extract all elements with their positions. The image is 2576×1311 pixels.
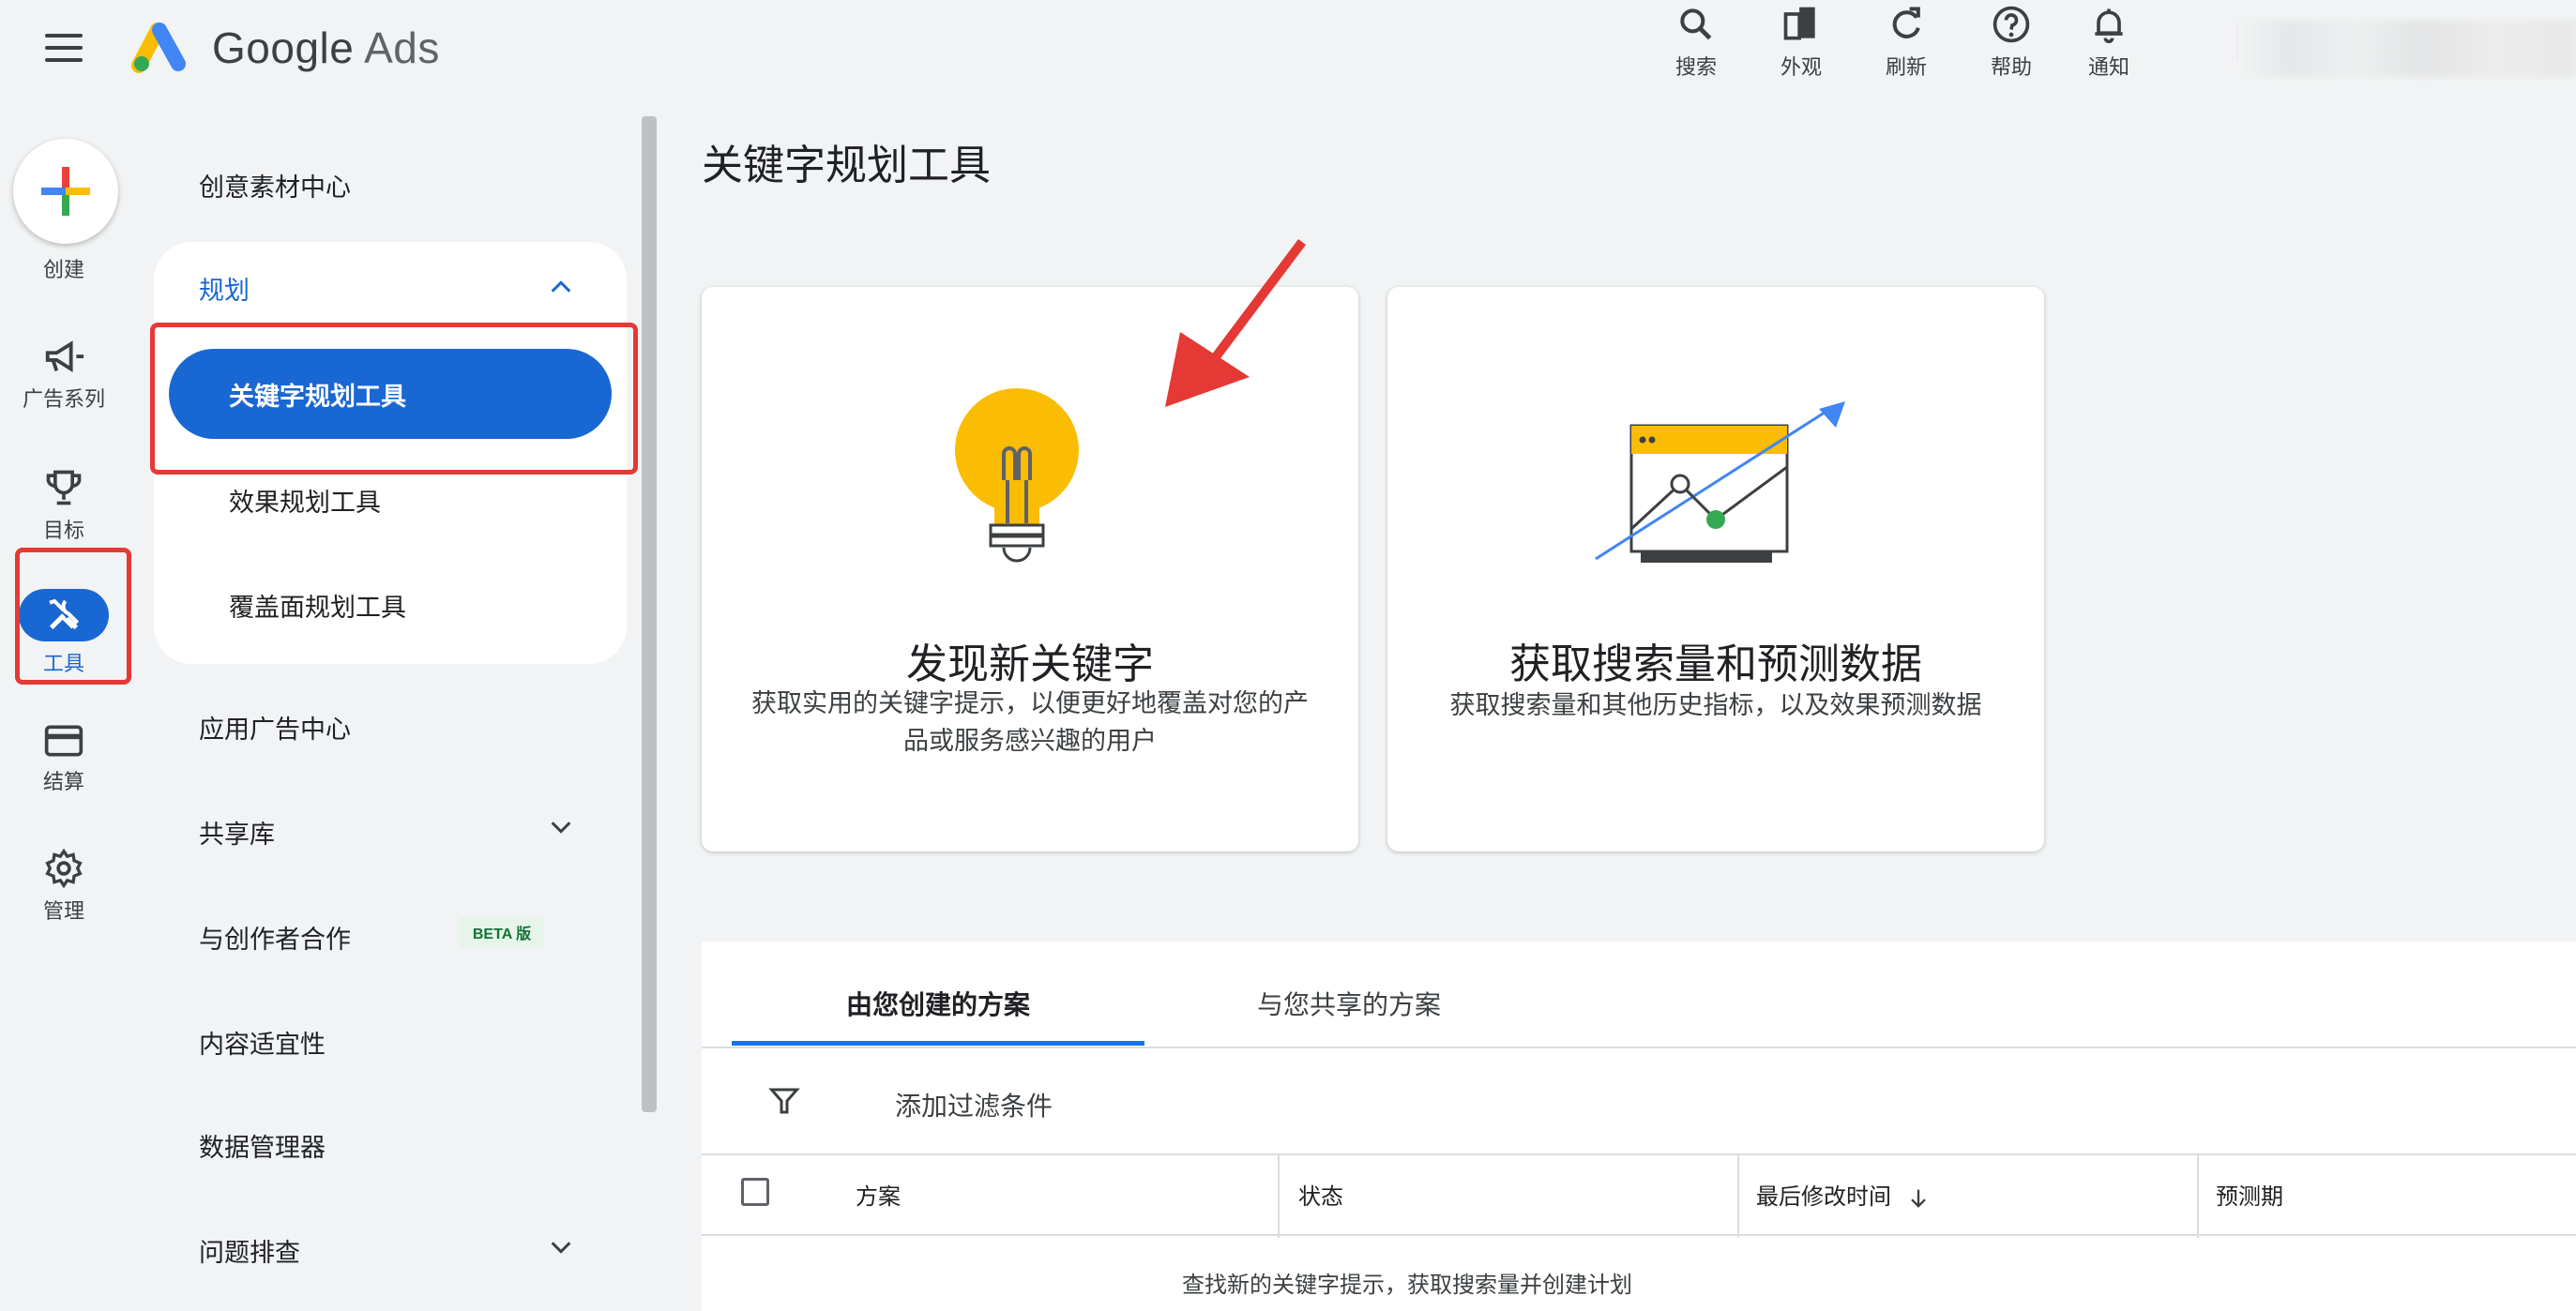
tab-created-by-you[interactable]: 由您创建的方案: [846, 985, 1030, 1022]
column-header-plan[interactable]: 方案: [856, 1178, 901, 1211]
plus-icon: [41, 167, 90, 216]
add-filter-button[interactable]: 添加过滤条件: [895, 1086, 1053, 1123]
plans-panel: 由您创建的方案 与您共享的方案 添加过滤条件 方案 状态 最后修改时间 预测期 …: [702, 942, 2576, 1311]
rail-item-campaigns[interactable]: 广告系列: [0, 339, 128, 413]
nav-scrollbar[interactable]: [642, 116, 657, 1112]
chevron-up-icon[interactable]: [548, 274, 574, 300]
appearance-button[interactable]: 外观: [1759, 0, 1843, 94]
nav-group-planning-title[interactable]: 规划: [199, 270, 250, 307]
red-arrow-annotation: [1165, 239, 1306, 407]
rail-create-label: 创建: [42, 258, 84, 281]
trophy-icon: [46, 470, 82, 505]
help-icon: [1993, 6, 2030, 43]
discover-card-title: 发现新关键字: [906, 641, 1154, 687]
nav-item-app-center[interactable]: 应用广告中心: [199, 709, 351, 746]
account-info-blurred[interactable]: [2236, 21, 2576, 77]
appearance-icon: [1783, 7, 1815, 40]
search-button[interactable]: 搜索: [1654, 0, 1738, 94]
nav-item-content-suitability[interactable]: 内容适宜性: [199, 1024, 326, 1061]
lightbulb-icon: [955, 388, 1079, 563]
column-header-status[interactable]: 状态: [1298, 1178, 1343, 1211]
forecast-card-title: 获取搜索量和预测数据: [1509, 641, 1922, 687]
column-header-forecast-period[interactable]: 预测期: [2216, 1178, 2283, 1211]
search-volume-forecast-card[interactable]: 获取搜索量和预测数据 获取搜索量和其他历史指标，以及效果预测数据: [1387, 287, 2044, 851]
select-all-checkbox[interactable]: [741, 1178, 769, 1206]
brand-name: Google Ads: [212, 23, 440, 72]
create-button[interactable]: [13, 139, 118, 244]
discover-card-description: 获取实用的关键字提示，以便更好地覆盖对您的产品或服务感兴趣的用户: [751, 689, 1309, 755]
column-separator: [2197, 1155, 2199, 1238]
gear-icon: [45, 848, 83, 889]
rail-item-admin[interactable]: 管理: [0, 848, 128, 925]
notification-button[interactable]: 通知: [2067, 0, 2151, 94]
tabs-divider: [702, 1047, 2576, 1048]
chevron-down-icon[interactable]: [548, 1234, 574, 1260]
arrow-down-icon: [1910, 1189, 1926, 1208]
bell-icon: [2095, 8, 2123, 44]
keyword-planner-highlight-box: [150, 323, 638, 475]
credit-card-icon: [44, 725, 83, 757]
rail-item-billing[interactable]: 结算: [0, 722, 128, 795]
column-header-last-modified[interactable]: 最后修改时间: [1756, 1178, 1932, 1212]
google-ads-logo: [131, 23, 186, 73]
menu-icon[interactable]: [45, 34, 83, 62]
nav-item-performance-planner[interactable]: 效果规划工具: [229, 482, 381, 519]
column-separator: [1278, 1155, 1280, 1238]
top-bar: Google Ads 搜索 外观 刷新 帮助 通知: [0, 0, 2576, 98]
chevron-down-icon[interactable]: [548, 814, 574, 840]
column-separator: [1737, 1155, 1739, 1238]
nav-item-data-manager[interactable]: 数据管理器: [199, 1127, 326, 1164]
refresh-button[interactable]: 刷新: [1864, 0, 1948, 94]
page-title: 关键字规划工具: [702, 143, 991, 188]
active-tab-indicator: [732, 1041, 1144, 1046]
filter-divider: [702, 1153, 2576, 1155]
megaphone-icon: [45, 340, 84, 372]
beta-badge: BETA 版: [460, 917, 544, 947]
nav-item-creative-center[interactable]: 创意素材中心: [199, 167, 351, 203]
nav-item-shared-library[interactable]: 共享库: [199, 814, 275, 851]
nav-item-reach-planner[interactable]: 覆盖面规划工具: [229, 587, 406, 624]
tab-shared-with-you[interactable]: 与您共享的方案: [1257, 985, 1441, 1022]
nav-item-troubleshooting[interactable]: 问题排查: [199, 1232, 300, 1269]
refresh-icon: [1892, 7, 1920, 38]
header-divider: [702, 1234, 2576, 1236]
forecast-chart-icon: [1595, 401, 1845, 563]
empty-state-text: 查找新的关键字提示，获取搜索量并创建计划: [1182, 1273, 1632, 1298]
tools-highlight-box: [15, 548, 131, 685]
forecast-card-description: 获取搜索量和其他历史指标，以及效果预测数据: [1449, 691, 1982, 719]
rail-item-goals[interactable]: 目标: [0, 467, 128, 544]
filter-icon[interactable]: [767, 1084, 801, 1118]
help-button[interactable]: 帮助: [1969, 0, 2053, 94]
nav-item-creator-partnership[interactable]: 与创作者合作: [199, 919, 351, 956]
search-icon: [1680, 8, 1712, 40]
